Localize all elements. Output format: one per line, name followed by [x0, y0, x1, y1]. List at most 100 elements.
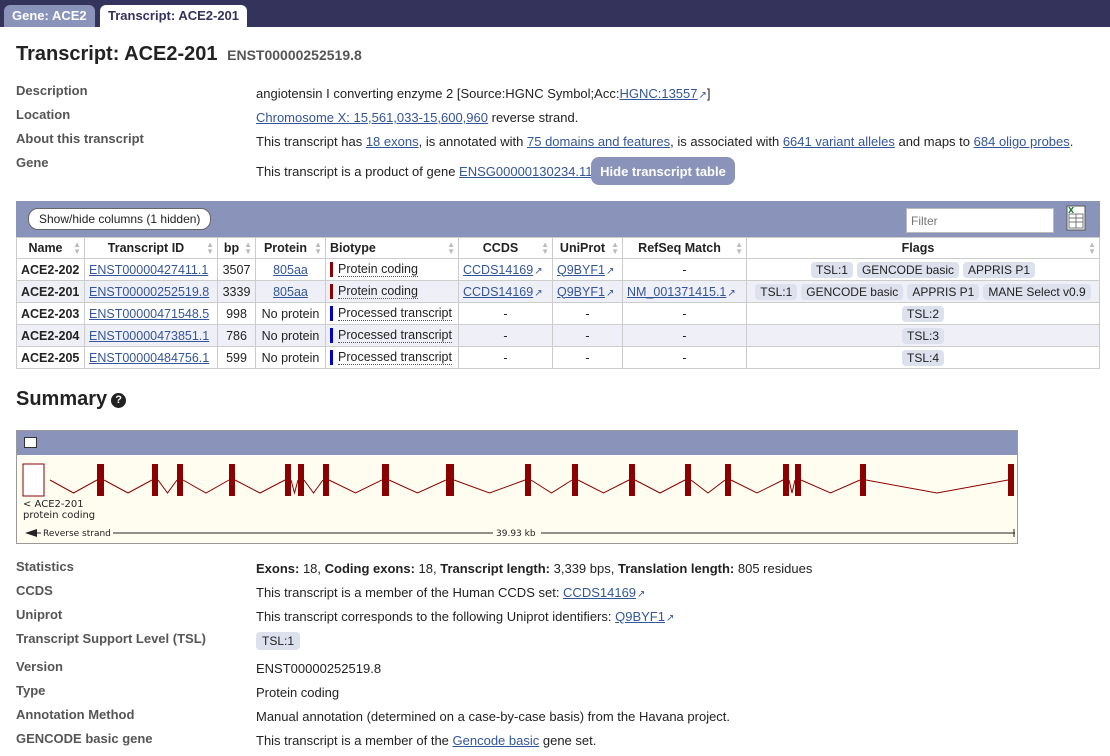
flag-badge: MANE Select v0.9 [983, 283, 1091, 300]
help-icon[interactable]: ? [111, 393, 127, 408]
flag-badge: TSL:1 [810, 261, 853, 278]
gencode-text: This transcript is a member of the [256, 733, 453, 748]
uniprot-link[interactable]: Q9BYF1 [557, 263, 605, 277]
protein-text: No protein [261, 328, 320, 343]
ccds-link[interactable]: CCDS14169 [463, 285, 533, 299]
uniprot-label: Uniprot [16, 607, 63, 622]
sort-icon: ▲ ▼ [206, 240, 214, 256]
export-spreadsheet-icon[interactable]: X [1066, 205, 1086, 231]
transcript-id-link[interactable]: ENST00000252519.8 [89, 285, 209, 299]
show-hide-columns-button[interactable]: Show/hide columns (1 hidden) [28, 208, 212, 230]
about-text-1: This transcript has [256, 134, 366, 149]
col-biotype[interactable]: Biotype ▲ ▼ [325, 237, 459, 259]
flags-cell: TSL:4 [746, 346, 1100, 369]
external-link-icon: ↗ [665, 613, 675, 624]
protein-cell: 805aa [255, 280, 326, 303]
intron [388, 479, 447, 494]
filter-input[interactable] [906, 208, 1054, 233]
uniprot-link[interactable]: Q9BYF1 [557, 285, 605, 299]
refseq-link[interactable]: NM_001371415.1 [627, 285, 726, 299]
uniprot-text: This transcript corresponds to the follo… [256, 609, 616, 624]
intron [800, 479, 861, 494]
exon [229, 464, 235, 496]
sort-icon: ▲ ▼ [447, 240, 455, 256]
tab-gene[interactable]: Gene: ACE2 [4, 5, 95, 27]
stat-key: Transcript length: [440, 561, 551, 576]
intron [634, 479, 686, 494]
tab-transcript[interactable]: Transcript: ACE2-201 [100, 5, 248, 27]
sort-icon: ▲ ▼ [244, 240, 252, 256]
ccds-cell: CCDS14169↗ [458, 258, 553, 281]
stat-key: Translation length: [617, 561, 735, 576]
transcript-id-cell: ENST00000471548.5 [84, 302, 218, 325]
domains-link[interactable]: 75 domains and features [527, 134, 670, 149]
col-refseq[interactable]: RefSeq Match ▲ ▼ [622, 237, 747, 259]
hgnc-link[interactable]: HGNC:13557 [619, 86, 697, 101]
gencode-value: This transcript is a member of the Genco… [256, 733, 596, 748]
transcript-id-link[interactable]: ENST00000427411.1 [89, 263, 208, 277]
protein-link[interactable]: 805aa [273, 285, 308, 299]
transcript-id-cell: ENST00000427411.1 [84, 258, 218, 281]
col-transcript-id[interactable]: Transcript ID ▲ ▼ [84, 237, 218, 259]
flags-cell: TSL:2 [746, 302, 1100, 325]
biotype-color-bar [330, 262, 333, 278]
external-link-icon: ↗ [637, 589, 646, 600]
ccds-link[interactable]: CCDS14169 [563, 585, 636, 600]
flags-cell: TSL:1 GENCODE basic APPRIS P1 MANE Select v… [746, 280, 1100, 303]
statistics-label: Statistics [16, 559, 74, 574]
gencode-link[interactable]: Gencode basic [453, 733, 540, 748]
ccds-text: - [503, 328, 508, 343]
transcript-table: Name ▲ ▼ Transcript ID ▲ ▼ bp ▲ ▼ Protein ▲ ▼ Bi… [16, 237, 1100, 369]
bp-cell: 786 [217, 324, 256, 347]
stat-val: 18, [414, 561, 441, 576]
variants-link[interactable]: 6641 variant alleles [783, 134, 895, 149]
exon [177, 464, 183, 496]
transcript-id-link[interactable]: ENST00000471548.5 [89, 307, 209, 321]
intron [453, 479, 526, 494]
transcript-id-link[interactable]: ENST00000473851.1 [89, 329, 209, 343]
gencode-label: GENCODE basic gene [16, 731, 153, 746]
exon [525, 464, 531, 496]
probes-link[interactable]: 684 oligo probes [974, 134, 1070, 149]
flags-cell: TSL:3 [746, 324, 1100, 347]
transcript-id-link[interactable]: ENST00000484756.1 [89, 351, 209, 365]
exon [572, 464, 578, 496]
col-label: CCDS [482, 241, 519, 255]
image-export-icon[interactable] [24, 437, 37, 448]
transcript-biotype-label: protein coding [23, 510, 96, 521]
col-flags[interactable]: Flags ▲ ▼ [746, 237, 1100, 259]
statistics-value: Exons: 18, Coding exons: 18, Transcript … [256, 561, 812, 576]
col-name[interactable]: Name ▲ ▼ [16, 237, 85, 259]
exon [97, 464, 104, 496]
col-label: bp [223, 241, 240, 255]
ccds-link[interactable]: CCDS14169 [463, 263, 533, 277]
uniprot-link[interactable]: Q9BYF1 [615, 609, 665, 624]
biotype-cell: Processed transcript [325, 324, 459, 347]
hide-transcript-table-button[interactable]: Hide transcript table [591, 157, 735, 185]
col-ccds[interactable]: CCDS ▲ ▼ [458, 237, 553, 259]
ccds-text: - [503, 350, 508, 365]
refseq-cell: NM_001371415.1↗ [622, 280, 747, 303]
stat-val: 3,339 bps, [550, 561, 618, 576]
uniprot-value: This transcript corresponds to the follo… [256, 609, 674, 624]
col-bp[interactable]: bp ▲ ▼ [217, 237, 256, 259]
col-protein[interactable]: Protein ▲ ▼ [255, 237, 326, 259]
col-uniprot[interactable]: UniProt ▲ ▼ [552, 237, 623, 259]
biotype-color-bar [330, 328, 333, 344]
table-row: ACE2-204 ENST00000473851.1 786 No protein Pr… [16, 324, 1100, 347]
stable-id: ENST00000252519.8 [227, 47, 362, 63]
protein-link[interactable]: 805aa [273, 263, 308, 277]
intron [157, 479, 178, 494]
transcript-name: ACE2-201 [16, 280, 85, 303]
exon [860, 464, 866, 496]
bp-cell: 599 [217, 346, 256, 369]
sort-icon: ▲ ▼ [611, 240, 619, 256]
flag-badge: TSL:4 [901, 349, 944, 366]
description-text: angiotensin I converting enzyme 2 [Sourc… [256, 86, 620, 101]
table-row: ACE2-202 ENST00000427411.1 3507 805aa Protei… [16, 258, 1100, 281]
gene-link[interactable]: ENSG00000130234.11 [459, 164, 592, 179]
exons-link[interactable]: 18 exons [366, 134, 419, 149]
location-link[interactable]: Chromosome X: 15,561,033-15,600,960 [256, 110, 488, 125]
annotation-method-value: Manual annotation (determined on a case-… [256, 709, 731, 724]
about-text-4: and maps to [894, 134, 974, 149]
